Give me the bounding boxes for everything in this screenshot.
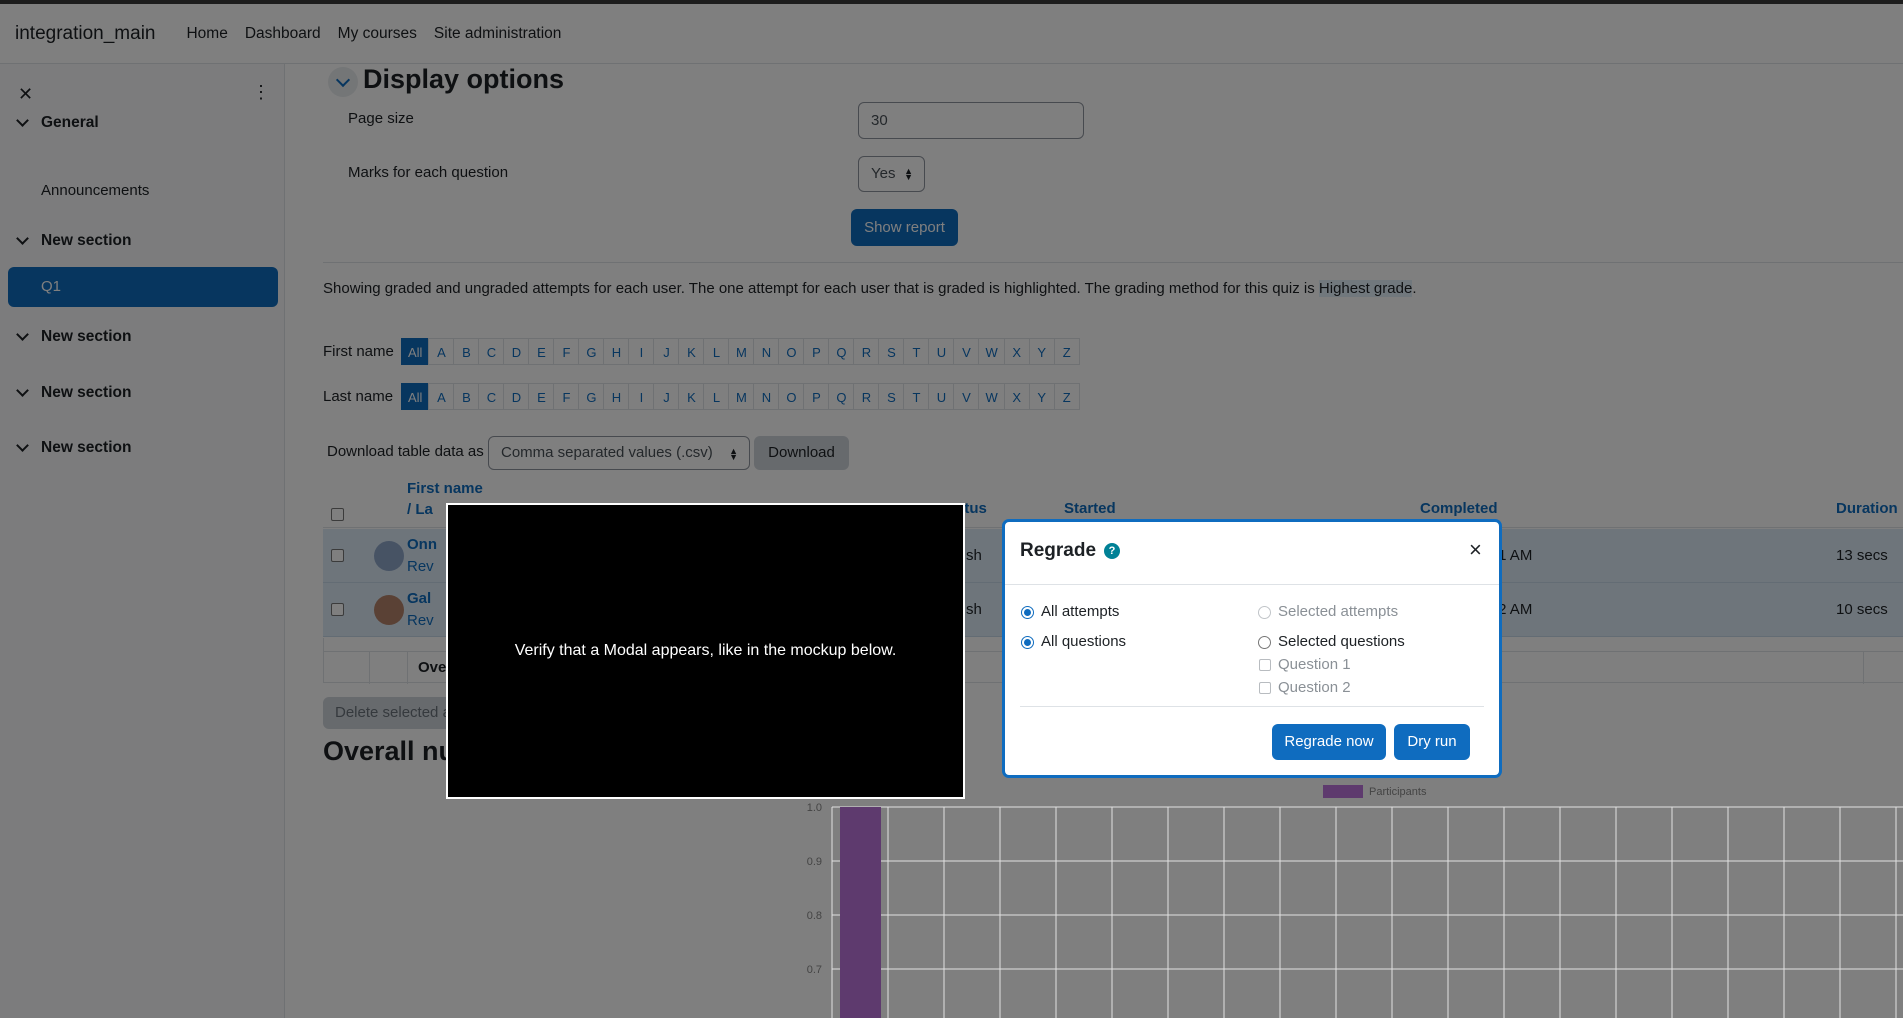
modal-footer-divider xyxy=(1020,706,1484,707)
question-1-label: Question 1 xyxy=(1278,656,1351,673)
modal-divider xyxy=(1005,584,1499,585)
regrade-now-button[interactable]: Regrade now xyxy=(1272,724,1386,760)
close-icon[interactable]: × xyxy=(1469,537,1482,563)
chart-y-ticks: 1.0 0.9 0.8 0.7 xyxy=(807,802,822,976)
all-questions-label: All questions xyxy=(1041,633,1127,650)
all-questions-radio[interactable] xyxy=(1021,636,1034,649)
legend-swatch xyxy=(1323,785,1363,798)
legend-label: Participants xyxy=(1369,786,1427,798)
help-icon[interactable]: ? xyxy=(1104,543,1121,559)
chart-grid xyxy=(831,806,1903,1018)
question-1-checkbox[interactable] xyxy=(1259,659,1271,671)
selected-questions-radio[interactable] xyxy=(1258,636,1271,649)
all-attempts-label: All attempts xyxy=(1041,603,1120,620)
y-tick-label: 0.7 xyxy=(807,964,822,976)
selected-attempts-radio[interactable] xyxy=(1258,606,1271,619)
question-2-checkbox[interactable] xyxy=(1259,682,1271,694)
y-tick-label: 0.9 xyxy=(807,856,822,868)
dry-run-button[interactable]: Dry run xyxy=(1394,724,1470,760)
chart-bar xyxy=(840,807,881,1018)
modal-title: Regrade? xyxy=(1020,540,1121,562)
instruction-notice: Verify that a Modal appears, like in the… xyxy=(446,503,965,799)
selected-questions-label: Selected questions xyxy=(1278,633,1405,650)
selected-attempts-label: Selected attempts xyxy=(1278,603,1399,620)
y-tick-label: 0.8 xyxy=(807,910,822,922)
question-2-label: Question 2 xyxy=(1278,679,1351,696)
instruction-text: Verify that a Modal appears, like in the… xyxy=(514,642,897,659)
all-attempts-radio[interactable] xyxy=(1021,606,1034,619)
y-tick-label: 1.0 xyxy=(807,802,822,814)
chart-bars xyxy=(840,807,881,1018)
regrade-modal: Regrade? × All attempts Selected attempt… xyxy=(1002,519,1502,778)
